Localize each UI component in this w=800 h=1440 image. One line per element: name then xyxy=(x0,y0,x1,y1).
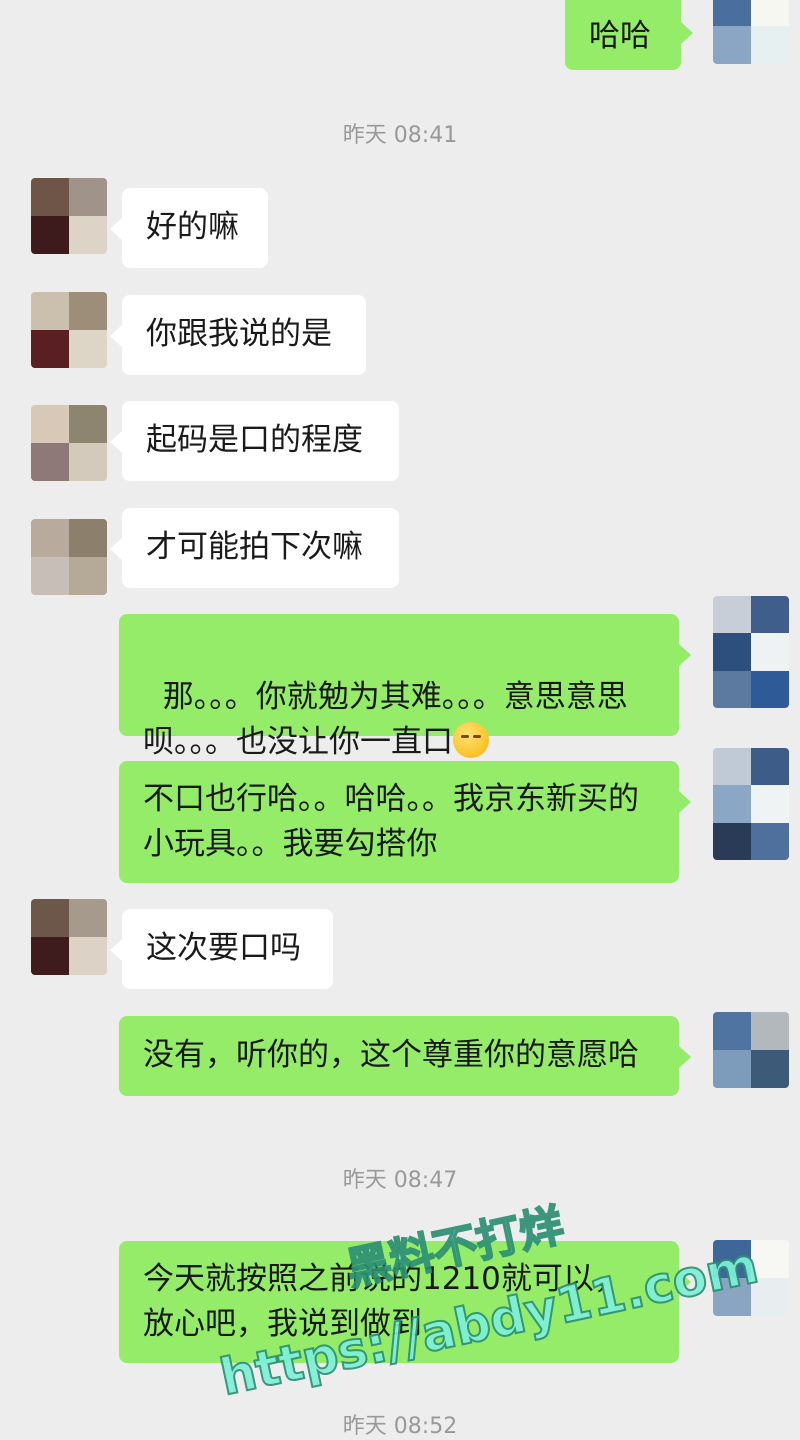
avatar-self[interactable] xyxy=(713,1240,789,1316)
message-bubble-outgoing[interactable]: 没有，听你的，这个尊重你的意愿哈 xyxy=(119,1016,691,1096)
message-bubble-incoming[interactable]: 你跟我说的是 xyxy=(110,295,366,375)
avatar-self[interactable] xyxy=(713,1012,789,1088)
avatar-contact[interactable] xyxy=(31,899,107,975)
avatar-contact[interactable] xyxy=(31,292,107,368)
message-bubble-incoming[interactable]: 起码是口的程度 xyxy=(110,401,399,481)
message-bubble-outgoing[interactable]: 今天就按照之前说的1210就可以，放心吧，我说到做到 xyxy=(119,1241,691,1363)
message-bubble-outgoing[interactable]: 不口也行哈。。哈哈。。我京东新买的小玩具。。我要勾搭你 xyxy=(119,761,691,883)
avatar-contact[interactable] xyxy=(31,519,107,595)
avatar-self[interactable] xyxy=(713,0,789,64)
message-bubble-incoming[interactable]: 才可能拍下次嘛 xyxy=(110,508,399,588)
message-bubble-outgoing[interactable]: 哈哈 xyxy=(565,0,693,70)
message-text: 那。。。你就勉为其难。。。意思意思呗。。。也没让你一直口 xyxy=(143,679,628,760)
avatar-contact[interactable] xyxy=(31,178,107,254)
timestamp: 昨天 08:52 xyxy=(342,1414,458,1439)
message-bubble-incoming[interactable]: 好的嘛 xyxy=(110,188,268,268)
message-bubble-incoming[interactable]: 这次要口吗 xyxy=(110,909,333,989)
shushing-face-emoji-icon xyxy=(453,722,489,758)
avatar-contact[interactable] xyxy=(31,405,107,481)
timestamp: 昨天 08:41 xyxy=(342,123,458,148)
timestamp: 昨天 08:47 xyxy=(342,1168,458,1193)
avatar-self[interactable] xyxy=(713,748,789,860)
avatar-self[interactable] xyxy=(713,596,789,708)
message-bubble-outgoing[interactable]: 那。。。你就勉为其难。。。意思意思呗。。。也没让你一直口 xyxy=(119,614,691,760)
